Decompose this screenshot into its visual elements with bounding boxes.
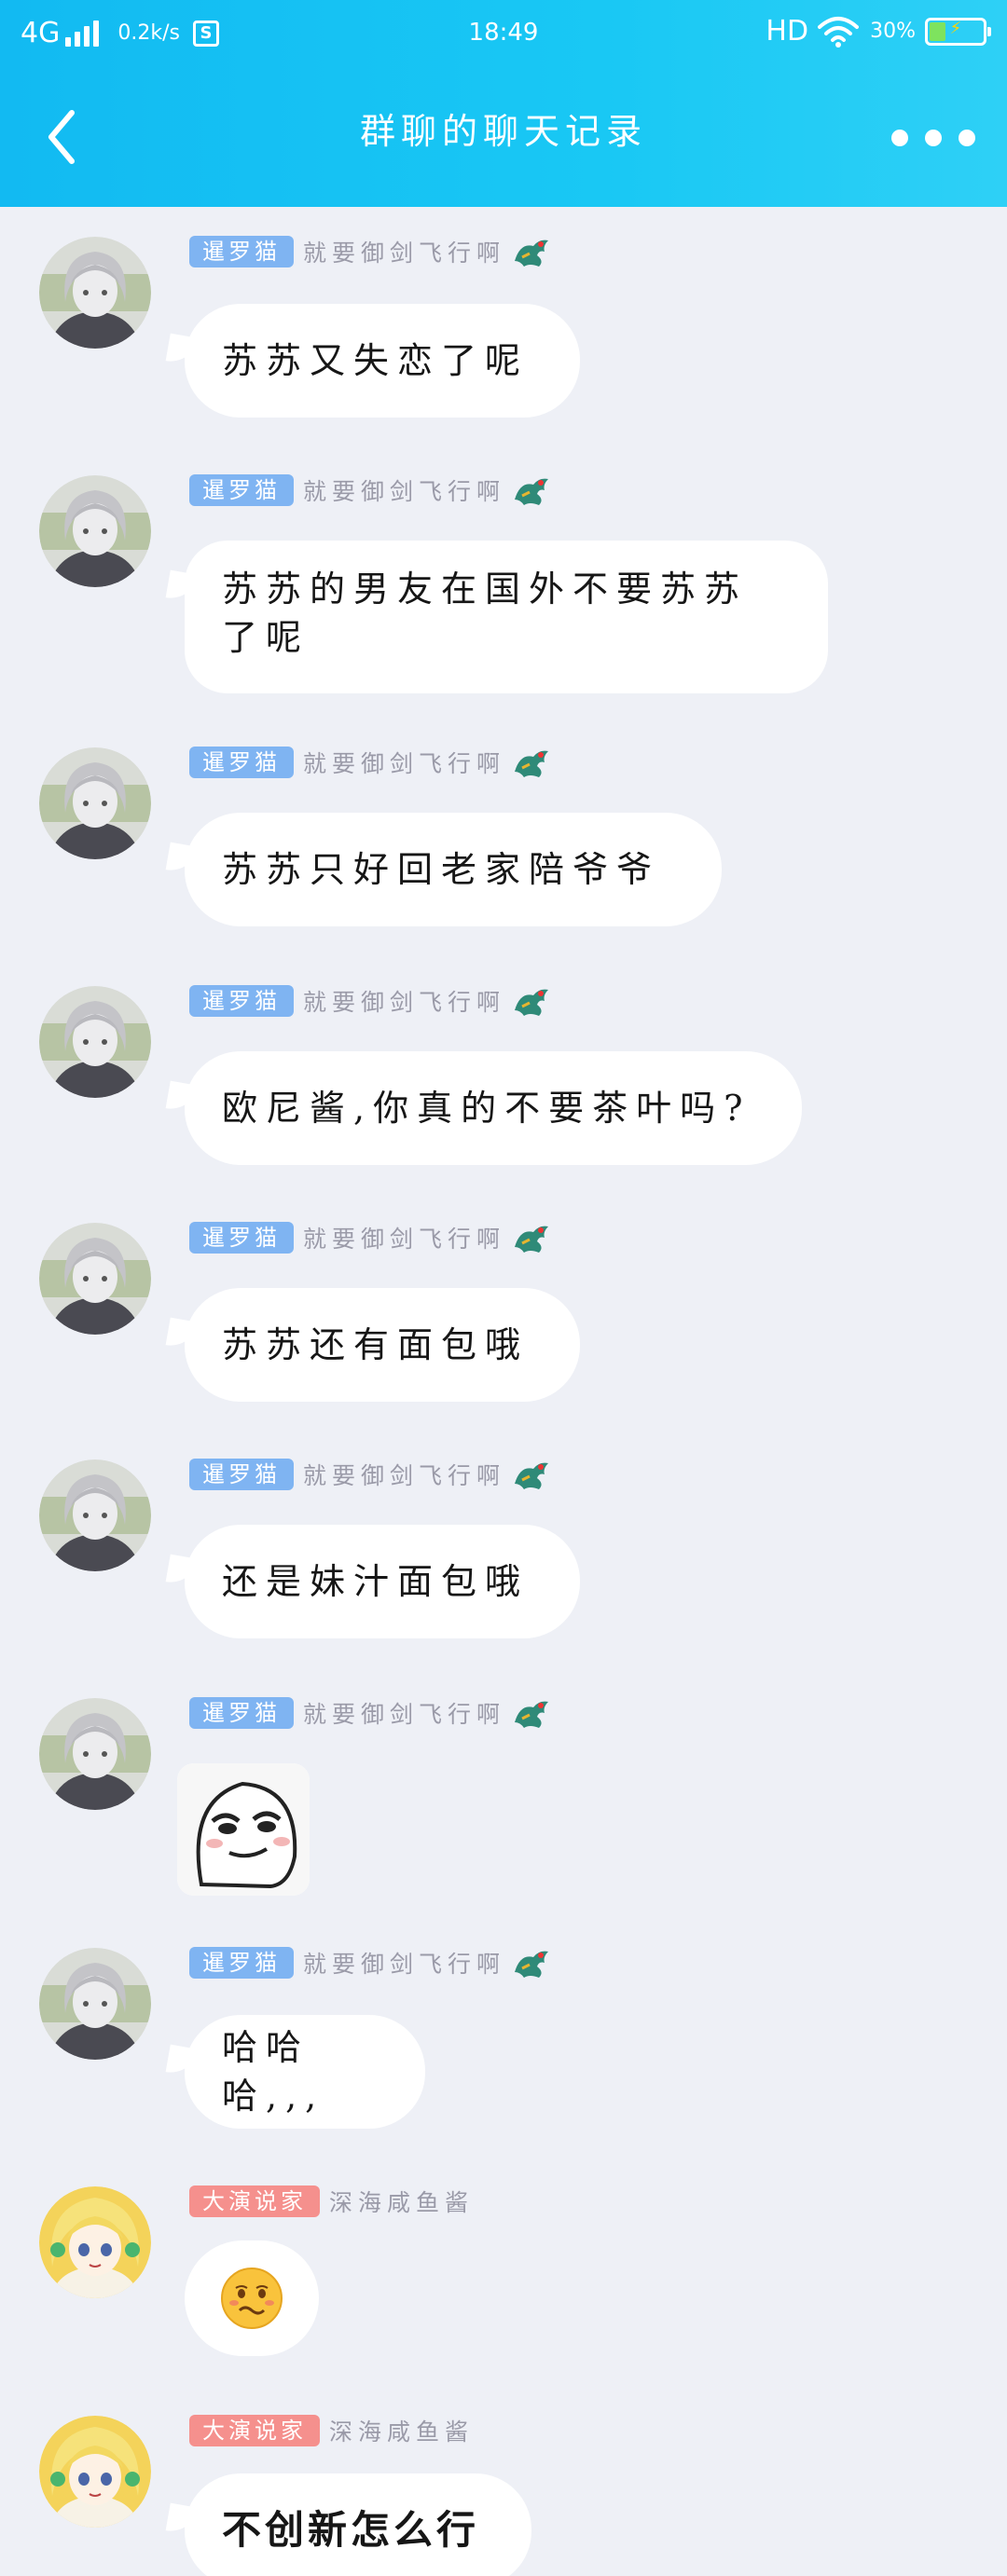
dragon-badge-icon: [515, 240, 549, 267]
smirk-face-sticker-icon: [177, 1763, 310, 1896]
chat-history-screen: 4G 0.2k/s S 18:49 HD 30% ⚡ 群聊的聊天记录 暹罗猫 就…: [0, 0, 1007, 2576]
message-bubble[interactable]: 欧尼酱,你真的不要茶叶吗?: [185, 1051, 802, 1165]
sender-name[interactable]: 就要御剑飞行啊: [303, 984, 505, 1018]
sender-name[interactable]: 就要御剑飞行啊: [303, 1946, 505, 1980]
dragon-badge-icon: [515, 1701, 549, 1728]
network-speed: 0.2k/s: [117, 21, 180, 45]
member-title-badge: 暹罗猫: [189, 1222, 294, 1254]
blonde-girl-avatar-icon: [39, 2186, 151, 2298]
sender-name[interactable]: 就要御剑飞行啊: [303, 1458, 505, 1491]
message-bubble[interactable]: 苏苏只好回老家陪爷爷: [185, 813, 722, 926]
awkward-emoji-icon: [221, 2268, 283, 2329]
avatar[interactable]: [39, 2416, 151, 2528]
girl-avatar-icon: [39, 237, 151, 349]
member-title-badge: 暹罗猫: [189, 474, 294, 506]
hd-indicator: HD: [766, 15, 809, 48]
avatar[interactable]: [39, 475, 151, 587]
girl-avatar-icon: [39, 1948, 151, 2060]
avatar[interactable]: [39, 2186, 151, 2298]
member-title-badge: 暹罗猫: [189, 236, 294, 267]
girl-avatar-icon: [39, 1223, 151, 1335]
dragon-badge-icon: [515, 750, 549, 777]
avatar[interactable]: [39, 1698, 151, 1810]
signal-icon: [65, 20, 103, 47]
page-title: 群聊的聊天记录: [359, 111, 647, 152]
avatar[interactable]: [39, 747, 151, 859]
dragon-badge-icon: [515, 1951, 549, 1978]
message-line: 了呢: [222, 617, 310, 658]
battery-icon: ⚡: [925, 17, 991, 46]
avatar[interactable]: [39, 1223, 151, 1335]
member-title-badge: 大演说家: [189, 2415, 320, 2446]
member-title-badge: 暹罗猫: [189, 1947, 294, 1979]
blonde-girl-avatar-icon: [39, 2416, 151, 2528]
more-dot: [959, 130, 975, 146]
message-bubble[interactable]: 苏苏还有面包哦: [185, 1288, 580, 1402]
wifi-icon: [818, 16, 860, 48]
sender-name[interactable]: 就要御剑飞行啊: [303, 746, 505, 779]
dragon-badge-icon: [515, 989, 549, 1016]
sender-name[interactable]: 深海咸鱼酱: [329, 2185, 474, 2218]
message-bubble[interactable]: 哈哈哈,,,: [185, 2015, 425, 2129]
avatar[interactable]: [39, 1948, 151, 2060]
charging-bolt-icon: ⚡: [949, 18, 962, 38]
message-bubble[interactable]: 还是妹汁面包哦: [185, 1525, 580, 1638]
dragon-badge-icon: [515, 1226, 549, 1253]
message-bubble[interactable]: 苏苏又失恋了呢: [185, 304, 580, 418]
message-line: 苏苏的男友在国外不要苏苏: [222, 569, 749, 610]
message-bubble[interactable]: 苏苏的男友在国外不要苏苏 了呢: [185, 541, 828, 693]
status-bar: 4G 0.2k/s S 18:49 HD 30% ⚡: [0, 0, 1007, 69]
more-button[interactable]: [891, 117, 975, 158]
girl-avatar-icon: [39, 1698, 151, 1810]
girl-avatar-icon: [39, 986, 151, 1098]
network-type: 4G: [21, 17, 61, 49]
chevron-left-icon: [48, 110, 75, 164]
member-title-badge: 暹罗猫: [189, 1459, 294, 1490]
more-dot: [891, 130, 908, 146]
nav-bar: 群聊的聊天记录: [0, 69, 1007, 207]
sender-name[interactable]: 就要御剑飞行啊: [303, 235, 505, 268]
member-title-badge: 暹罗猫: [189, 1697, 294, 1729]
member-title-badge: 暹罗猫: [189, 985, 294, 1017]
avatar[interactable]: [39, 986, 151, 1098]
emoji-message[interactable]: [185, 2240, 319, 2356]
header: 4G 0.2k/s S 18:49 HD 30% ⚡ 群聊的聊天记录: [0, 0, 1007, 207]
sender-name[interactable]: 深海咸鱼酱: [329, 2414, 474, 2447]
message-bubble[interactable]: 不创新怎么行: [185, 2473, 531, 2576]
sticker-message[interactable]: [177, 1763, 310, 1896]
sender-name[interactable]: 就要御剑飞行啊: [303, 1221, 505, 1254]
back-button[interactable]: [34, 103, 90, 171]
sender-name[interactable]: 就要御剑飞行啊: [303, 473, 505, 507]
more-dot: [925, 130, 942, 146]
girl-avatar-icon: [39, 475, 151, 587]
girl-avatar-icon: [39, 1459, 151, 1571]
s-app-icon: S: [192, 20, 219, 47]
member-title-badge: 暹罗猫: [189, 747, 294, 778]
member-title-badge: 大演说家: [189, 2185, 320, 2217]
dragon-badge-icon: [515, 478, 549, 505]
girl-avatar-icon: [39, 747, 151, 859]
battery-percent: 30%: [870, 20, 916, 43]
sender-name[interactable]: 就要御剑飞行啊: [303, 1696, 505, 1730]
avatar[interactable]: [39, 1459, 151, 1571]
dragon-badge-icon: [515, 1462, 549, 1489]
avatar[interactable]: [39, 237, 151, 349]
